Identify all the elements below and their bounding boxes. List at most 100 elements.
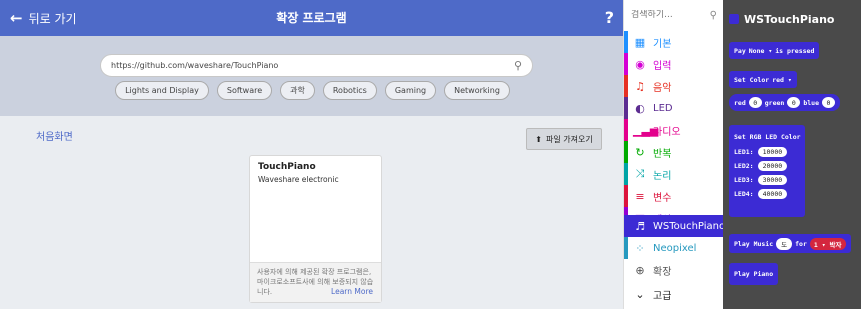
signal-icon: ▁▃▅ <box>633 123 659 137</box>
category-logic[interactable]: ⤨ 논리 <box>624 163 724 185</box>
toolbox-search[interactable]: ⚲ <box>627 4 721 26</box>
category-label: 논리 <box>653 170 672 182</box>
block-text: red <box>734 98 746 107</box>
block-text: Set Color <box>734 75 770 84</box>
category-label: 고급 <box>653 290 672 302</box>
block-number-input[interactable]: 10000 <box>757 147 788 157</box>
chip-networking[interactable]: Networking <box>444 81 510 100</box>
category-label: 음악 <box>653 82 672 94</box>
block-text: Play Music <box>734 239 774 248</box>
block-number-input[interactable]: 0 <box>787 97 801 108</box>
extension-search-input[interactable] <box>111 61 514 70</box>
block-pay-pressed[interactable]: Pay None ▾ is pressed <box>729 42 820 59</box>
block-text: LED2: <box>734 162 754 170</box>
extension-card[interactable]: TouchPiano Waveshare electronic 사용자에 의해 … <box>249 155 382 303</box>
category-color-bar <box>624 141 628 163</box>
category-color-bar <box>624 31 628 53</box>
block-number-input[interactable]: 0 <box>748 97 762 108</box>
category-color-bar <box>624 185 628 207</box>
block-text: green <box>764 98 785 107</box>
block-text: Pay <box>734 46 746 55</box>
chip-software[interactable]: Software <box>216 81 273 100</box>
search-icon[interactable]: ⚲ <box>514 59 522 72</box>
category-swatch-icon <box>729 14 739 24</box>
category-label: 기본 <box>653 38 672 50</box>
block-play-piano[interactable]: Play Piano <box>729 263 779 285</box>
import-label: 파일 가져오기 <box>546 134 593 144</box>
headphones-icon: ♫ <box>635 79 645 93</box>
category-label: 입력 <box>653 60 672 72</box>
category-color-bar <box>624 237 628 259</box>
block-text: for <box>795 239 807 248</box>
chip-science[interactable]: 과학 <box>280 81 315 100</box>
block-dropdown[interactable]: red ▾ <box>772 76 792 84</box>
category-color-bar <box>624 53 628 75</box>
import-file-button[interactable]: ⬆ 파일 가져오기 <box>526 128 602 150</box>
block-text: Play Piano <box>734 270 774 278</box>
loop-icon: ↻ <box>635 145 645 159</box>
category-loops[interactable]: ↻ 반복 <box>624 141 724 163</box>
chevron-down-icon: ⌄ <box>635 287 645 301</box>
learn-more-link[interactable]: Learn More <box>328 287 373 297</box>
block-text: LED4: <box>734 190 754 198</box>
category-advanced[interactable]: ⌄ 고급 <box>624 283 724 305</box>
loading-icon: ⁘ <box>635 241 645 255</box>
category-music[interactable]: ♫ 음악 <box>624 75 724 97</box>
chip-gaming[interactable]: Gaming <box>384 81 437 100</box>
beat-dropdown[interactable]: 1 ▾ 박자 <box>809 237 846 250</box>
block-text: is pressed <box>775 46 815 55</box>
block-number-input[interactable]: 30000 <box>757 175 788 185</box>
toolbox-search-input[interactable] <box>631 10 701 20</box>
toggle-icon: ◐ <box>635 101 645 115</box>
card-title: TouchPiano <box>258 162 316 172</box>
category-input[interactable]: ◉ 입력 <box>624 53 724 75</box>
flyout-title: WSTouchPiano <box>744 12 835 26</box>
chip-lights-and-display[interactable]: Lights and Display <box>115 81 209 100</box>
flyout-header: WSTouchPiano <box>729 7 834 31</box>
category-color-bar <box>624 119 628 141</box>
category-wstouchpiano[interactable]: ♬ WSTouchPiano <box>624 215 726 237</box>
block-number-input[interactable]: 0 <box>821 97 835 108</box>
block-text: blue <box>803 98 819 107</box>
dialog-header: ← 뒤로 가기 확장 프로그램 ? <box>0 0 623 36</box>
tag-chips: Lights and Display Software 과학 Robotics … <box>0 81 623 100</box>
home-link[interactable]: 처음화면 <box>36 128 73 143</box>
block-number-input[interactable]: 20000 <box>757 161 788 171</box>
chip-robotics[interactable]: Robotics <box>322 81 377 100</box>
block-play-music[interactable]: Play Music 도 for 1 ▾ 박자 <box>729 234 851 253</box>
block-number-input[interactable]: 40000 <box>757 189 788 199</box>
category-label: 반복 <box>653 148 672 160</box>
category-label: 변수 <box>653 192 672 204</box>
category-label: WSTouchPiano <box>653 220 726 232</box>
list-icon: ≡ <box>635 189 645 203</box>
card-footer: 사용자에 의해 제공된 확장 프로그램은, 마이크로소프트사에 의해 보증되지 … <box>250 262 381 302</box>
search-area: ⚲ Lights and Display Software 과학 Robotic… <box>0 36 623 116</box>
extension-search-box[interactable]: ⚲ <box>100 54 533 77</box>
help-button[interactable]: ? <box>605 0 614 36</box>
music-note-icon: ♬ <box>635 219 645 233</box>
grid-icon: ▦ <box>634 35 646 49</box>
block-rgb[interactable]: red 0 green 0 blue 0 <box>729 94 840 111</box>
search-icon[interactable]: ⚲ <box>710 10 717 21</box>
block-dropdown[interactable]: None ▾ <box>749 47 772 55</box>
category-label: 확장 <box>653 266 672 278</box>
block-text: Set RGB LED Color <box>734 133 801 141</box>
record-icon: ◉ <box>635 57 645 71</box>
extensions-dialog: ← 뒤로 가기 확장 프로그램 ? ⚲ Lights and Display S… <box>0 0 623 309</box>
category-basic[interactable]: ▦ 기본 <box>624 31 724 53</box>
upload-icon: ⬆ <box>535 134 542 144</box>
block-text: LED1: <box>734 148 754 156</box>
block-set-rgb-led[interactable]: Set RGB LED Color LED1: 10000 LED2: 2000… <box>729 125 805 217</box>
dialog-title: 확장 프로그램 <box>276 11 347 25</box>
category-radio[interactable]: ▁▃▅ 라디오 <box>624 119 724 141</box>
category-neopixel[interactable]: ⁘ Neopixel <box>624 237 724 259</box>
shuffle-icon: ⤨ <box>635 167 645 180</box>
note-picker[interactable]: 도 <box>776 237 793 250</box>
category-color-bar <box>624 97 628 119</box>
category-color-bar <box>624 75 628 97</box>
category-extensions[interactable]: ⊕ 확장 <box>624 259 724 281</box>
block-set-color[interactable]: Set Color red ▾ <box>729 71 797 88</box>
category-led[interactable]: ◐ LED <box>624 97 724 119</box>
toolbox: ⚲ ▦ 기본 ◉ 입력 ♫ 음악 ◐ LED ▁▃▅ 라디오 ↻ 반복 ⤨ 논리… <box>623 0 726 309</box>
category-variables[interactable]: ≡ 변수 <box>624 185 724 207</box>
